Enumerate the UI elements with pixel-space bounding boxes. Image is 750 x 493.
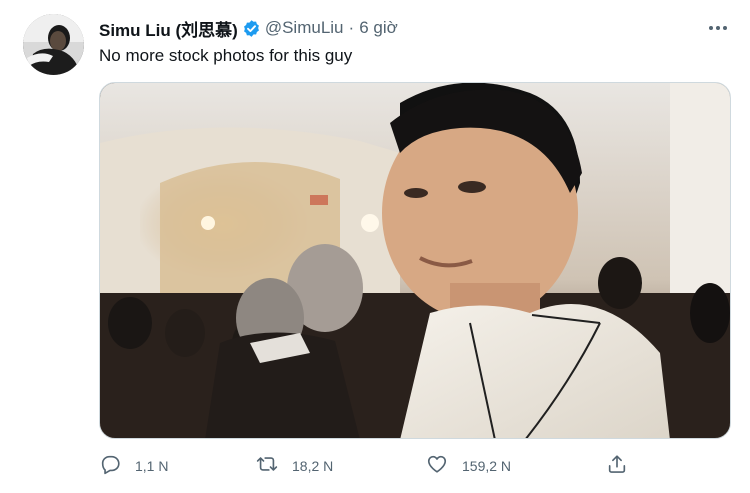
more-horizontal-icon[interactable] [706,18,730,38]
like-button[interactable]: 159,2 N [426,452,511,480]
author-avatar[interactable] [23,14,84,75]
reply-button[interactable]: 1,1 N [99,452,168,480]
retweet-count: 18,2 N [292,458,334,474]
tweet-card[interactable]: Simu Liu (刘思慕) @SimuLiu · 6 giờ No more … [0,0,750,493]
author-display-name[interactable]: Simu Liu (刘思慕) [99,16,238,41]
tweet-header: Simu Liu (刘思慕) @SimuLiu · 6 giờ [99,16,398,41]
like-icon [426,453,448,480]
share-button[interactable] [606,452,628,480]
author-handle[interactable]: @SimuLiu [265,18,344,38]
tweet-timestamp[interactable]: 6 giờ [359,18,398,38]
retweet-button[interactable]: 18,2 N [256,452,333,480]
tweet-photo[interactable] [99,82,731,439]
tweet-actions: 1,1 N 18,2 N 159,2 N [99,452,639,480]
retweet-icon [256,453,278,480]
like-count: 159,2 N [462,458,512,474]
header-separator: · [348,18,355,37]
tweet-text: No more stock photos for this guy [99,46,353,65]
reply-count: 1,1 N [135,458,169,474]
reply-icon [99,453,121,480]
share-icon [606,453,628,480]
verified-badge-icon [242,19,261,38]
